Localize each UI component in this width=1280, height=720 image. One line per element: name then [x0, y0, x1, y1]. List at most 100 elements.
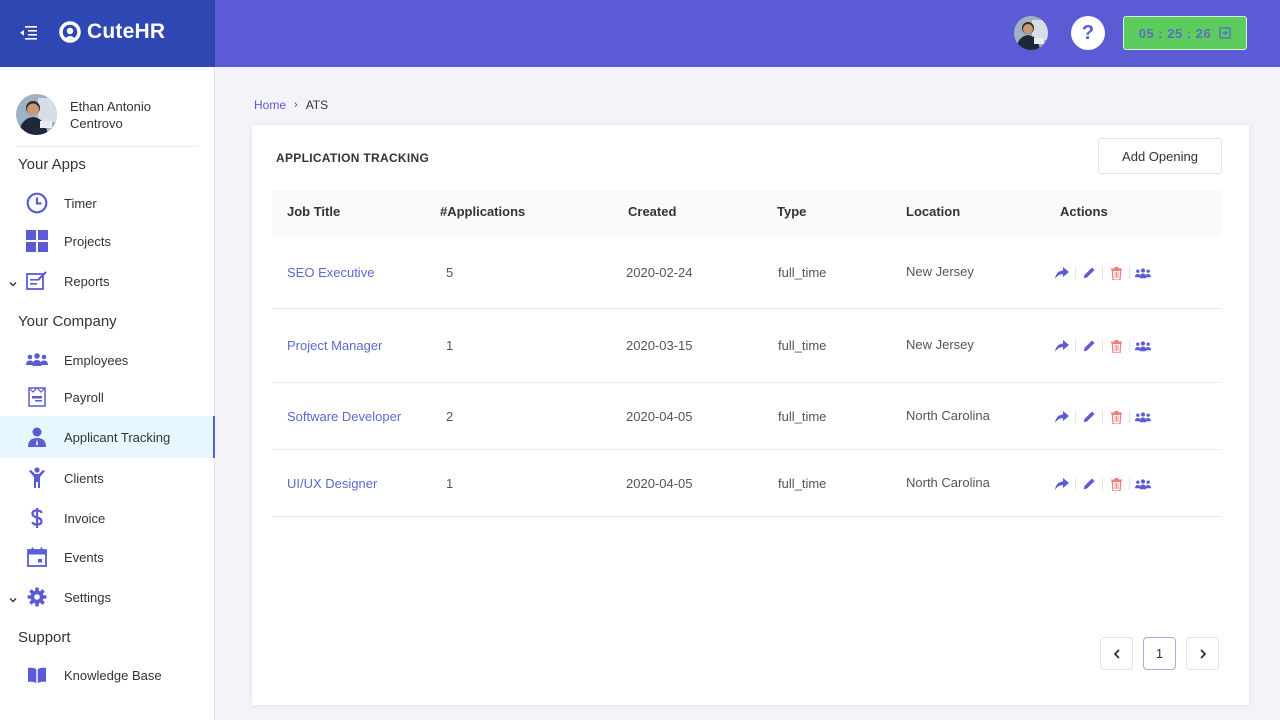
divider — [1102, 340, 1103, 352]
sidebar-item-settings[interactable]: Settings — [0, 577, 215, 617]
page-button-current[interactable]: 1 — [1143, 637, 1176, 670]
sidebar-item-projects[interactable]: Projects — [0, 221, 215, 261]
delete-icon[interactable] — [1108, 410, 1124, 424]
job-title-link[interactable]: Project Manager — [287, 338, 382, 353]
person-raised-icon — [25, 467, 48, 490]
applicants-icon[interactable] — [1135, 410, 1151, 424]
share-icon[interactable] — [1054, 410, 1070, 424]
divider — [1102, 267, 1103, 279]
section-your-apps: Your Apps — [18, 156, 86, 173]
job-location: New Jersey — [906, 337, 974, 352]
row-actions — [1054, 410, 1151, 424]
job-title-link[interactable]: UI/UX Designer — [287, 476, 377, 491]
sidebar-item-timer[interactable]: Timer — [0, 183, 215, 223]
prev-page-button[interactable] — [1100, 637, 1133, 670]
dollar-icon — [25, 507, 48, 530]
share-icon[interactable] — [1054, 266, 1070, 280]
sidebar-item-applicant-tracking[interactable]: Applicant Tracking — [0, 416, 215, 458]
job-title-link[interactable]: Software Developer — [287, 409, 401, 424]
applicants-icon[interactable] — [1135, 477, 1151, 491]
table-row: Project Manager 1 2020-03-15 full_time N… — [272, 309, 1222, 383]
job-type: full_time — [778, 338, 827, 353]
column-header-created[interactable]: Created — [628, 204, 676, 219]
next-page-button[interactable] — [1186, 637, 1219, 670]
table-row: UI/UX Designer 1 2020-04-05 full_time No… — [272, 450, 1222, 517]
section-support: Support — [18, 629, 71, 646]
breadcrumb-current: ATS — [305, 98, 329, 112]
calendar-icon — [25, 546, 48, 569]
chevron-down-icon[interactable] — [8, 592, 18, 603]
edit-icon[interactable] — [1081, 339, 1097, 353]
sidebar-item-reports[interactable]: Reports — [0, 261, 215, 301]
created-date: 2020-02-24 — [626, 265, 693, 280]
user-avatar — [16, 94, 57, 135]
menu-collapse-icon[interactable] — [19, 25, 37, 41]
section-your-company: Your Company — [18, 313, 117, 330]
logo[interactable]: CuteHR — [59, 20, 165, 44]
sidebar: Ethan Antonio Centrovo Your Apps Timer P… — [0, 67, 215, 720]
user-profile[interactable]: Ethan Antonio Centrovo — [16, 94, 180, 135]
divider — [1129, 340, 1130, 352]
applicants-icon[interactable] — [1135, 266, 1151, 280]
edit-icon[interactable] — [1081, 410, 1097, 424]
divider — [1102, 478, 1103, 490]
column-header-location: Location — [906, 204, 961, 219]
sidebar-item-payroll[interactable]: Payroll — [0, 377, 215, 417]
edit-icon[interactable] — [1081, 266, 1097, 280]
profile-avatar[interactable] — [1014, 16, 1048, 50]
sidebar-item-employees[interactable]: Employees — [0, 340, 215, 380]
job-type: full_time — [778, 476, 827, 491]
gear-icon — [25, 586, 48, 609]
sidebar-item-clients[interactable]: Clients — [0, 458, 215, 498]
share-icon[interactable] — [1054, 339, 1070, 353]
share-icon[interactable] — [1054, 477, 1070, 491]
job-location: New Jersey — [906, 264, 974, 279]
sidebar-item-label: Applicant Tracking — [64, 429, 171, 445]
exit-icon — [1219, 27, 1231, 39]
job-title-link[interactable]: SEO Executive — [287, 265, 374, 280]
help-icon: ? — [1081, 22, 1095, 44]
sidebar-item-label: Invoice — [64, 510, 106, 526]
column-header-job-title[interactable]: Job Title — [287, 204, 340, 219]
applications-count: 5 — [446, 265, 454, 280]
help-button[interactable]: ? — [1071, 16, 1105, 50]
applicants-icon[interactable] — [1135, 339, 1151, 353]
column-header-applications[interactable]: #Applications — [440, 204, 525, 219]
divider — [1129, 267, 1130, 279]
edit-icon[interactable] — [1081, 477, 1097, 491]
sidebar-item-knowledge-base[interactable]: Knowledge Base — [0, 655, 215, 695]
applications-count: 2 — [446, 409, 454, 424]
delete-icon[interactable] — [1108, 339, 1124, 353]
divider — [1129, 478, 1130, 490]
chevron-down-icon[interactable] — [8, 276, 18, 287]
sidebar-item-label: Employees — [64, 352, 129, 368]
timer-button[interactable]: 05 : 25 : 26 — [1123, 16, 1247, 50]
delete-icon[interactable] — [1108, 477, 1124, 491]
book-icon — [25, 664, 48, 687]
delete-icon[interactable] — [1108, 266, 1124, 280]
divider — [1129, 411, 1130, 423]
add-opening-button[interactable]: Add Opening — [1098, 138, 1222, 174]
created-date: 2020-03-15 — [626, 338, 693, 353]
column-header-actions: Actions — [1060, 204, 1108, 219]
created-date: 2020-04-05 — [626, 409, 693, 424]
user-tie-icon — [25, 426, 48, 449]
sidebar-item-label: Events — [64, 549, 104, 565]
sidebar-item-label: Timer — [64, 195, 97, 211]
table-body: SEO Executive 5 2020-02-24 full_time New… — [272, 236, 1222, 517]
logo-icon — [59, 21, 81, 43]
openings-table: Job Title #Applications Created Type Loc… — [272, 190, 1222, 517]
payroll-icon — [25, 386, 48, 409]
report-icon — [25, 270, 48, 293]
chevron-right-icon — [1199, 648, 1206, 659]
sidebar-item-events[interactable]: Events — [0, 537, 215, 577]
divider — [1075, 478, 1076, 490]
divider — [1102, 411, 1103, 423]
clock-icon — [25, 192, 48, 215]
timer-display: 05 : 25 : 26 — [1138, 25, 1212, 41]
sidebar-item-label: Payroll — [64, 389, 104, 405]
column-header-type[interactable]: Type — [777, 204, 806, 219]
breadcrumb-home[interactable]: Home — [254, 98, 286, 112]
sidebar-item-label: Clients — [64, 470, 104, 486]
sidebar-item-invoice[interactable]: Invoice — [0, 498, 215, 538]
